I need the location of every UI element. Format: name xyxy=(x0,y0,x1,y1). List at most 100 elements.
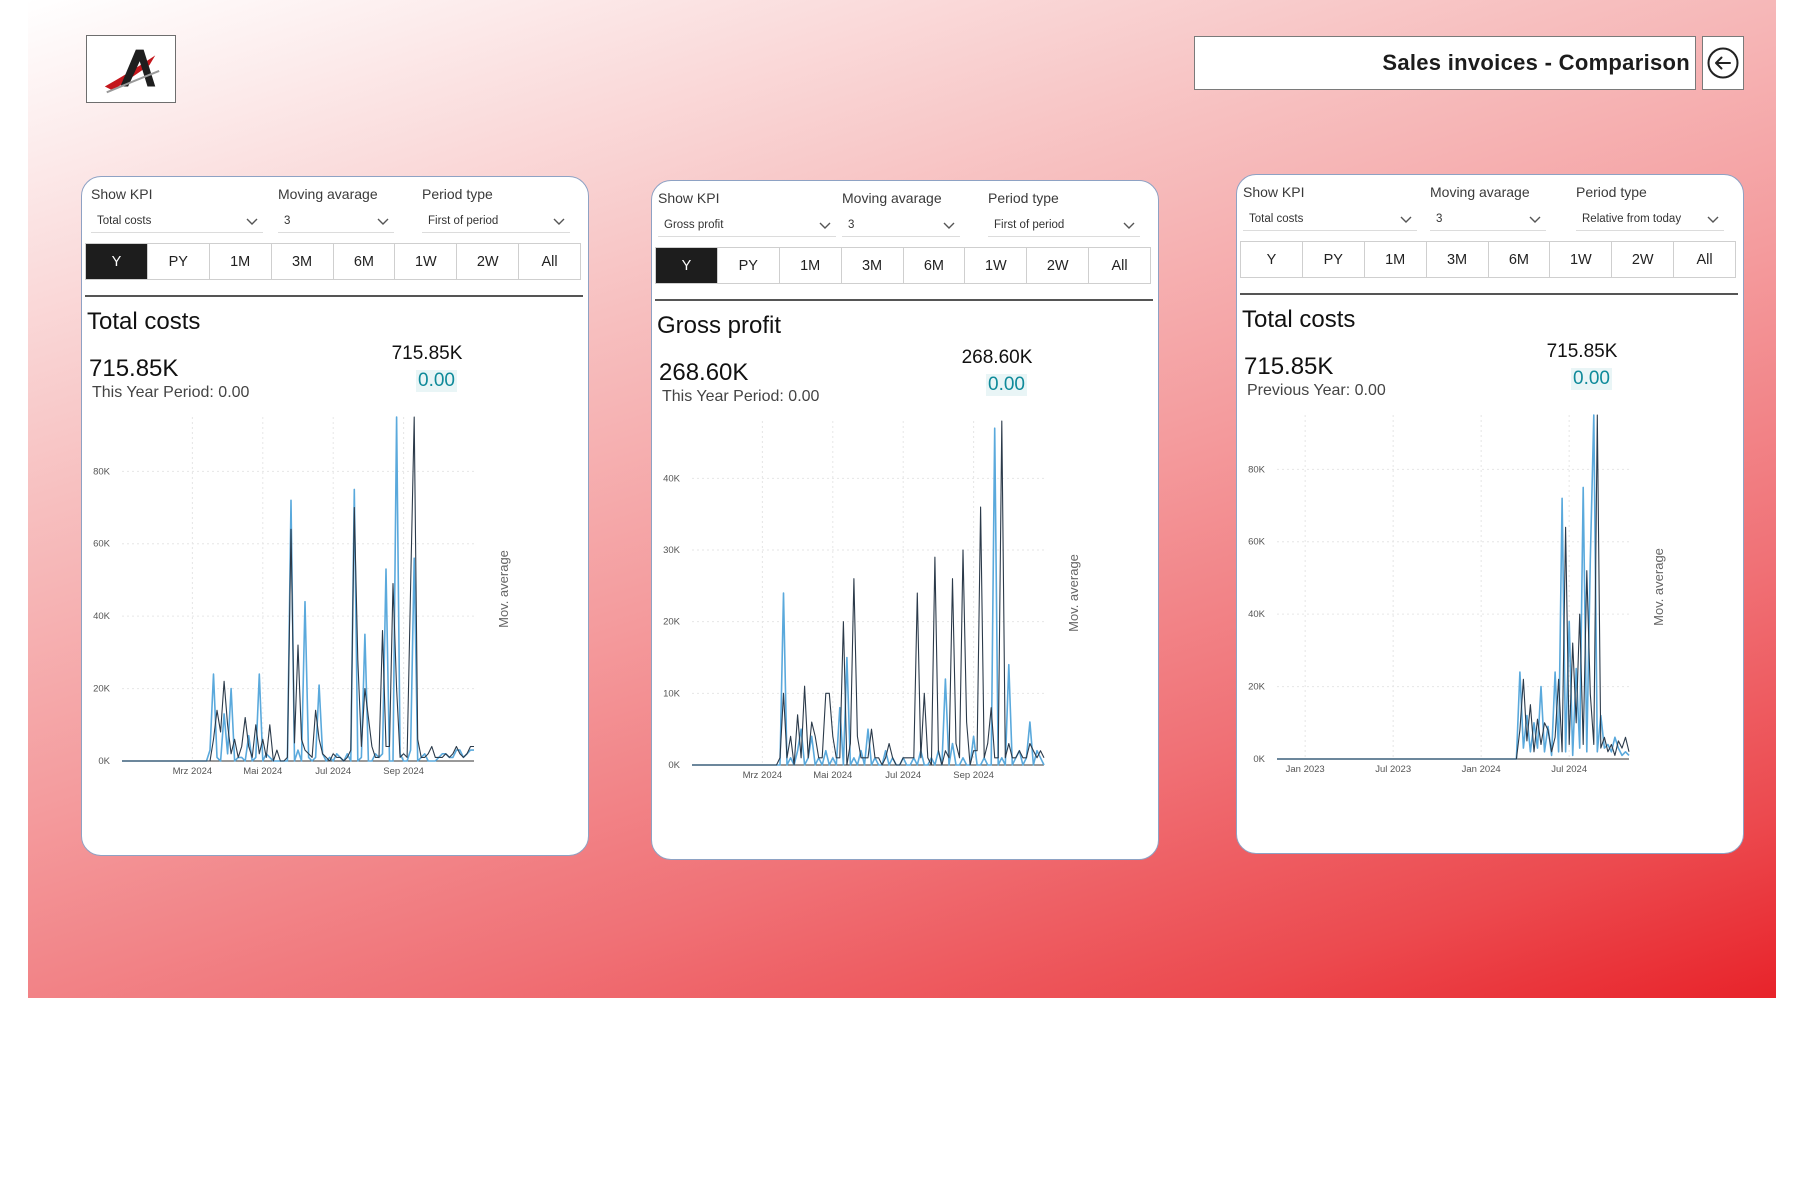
chevron-down-icon xyxy=(553,218,565,225)
arrow-left-circle-icon xyxy=(1707,47,1739,79)
period-buttons: Y PY 1M 3M 6M 1W 2W All xyxy=(85,243,581,280)
y-tick-label: 60K xyxy=(1248,537,1266,548)
period-button-all[interactable]: All xyxy=(519,244,580,279)
period-button-py[interactable]: PY xyxy=(147,244,210,279)
x-tick-label: Mai 2024 xyxy=(243,766,282,777)
period-button-3m[interactable]: 3M xyxy=(841,248,904,283)
moving-average-label: Moving avarage xyxy=(278,186,378,202)
moving-average-dropdown[interactable]: 3 xyxy=(278,209,394,233)
period-button-all[interactable]: All xyxy=(1089,248,1150,283)
chevron-down-icon xyxy=(1400,216,1412,223)
compare-value: 268.60K xyxy=(961,347,1033,368)
period-button-1w[interactable]: 1W xyxy=(1550,242,1613,277)
y-tick-label: 0K xyxy=(98,756,110,767)
x-tick-label: Jul 2023 xyxy=(1375,764,1411,775)
period-buttons: Y PY 1M 3M 6M 1W 2W All xyxy=(655,247,1151,284)
period-button-all[interactable]: All xyxy=(1674,242,1735,277)
kpi-title: Total costs xyxy=(1242,306,1356,333)
moving-average-value: 3 xyxy=(848,218,855,231)
period-button-2w[interactable]: 2W xyxy=(1612,242,1675,277)
period-button-3m[interactable]: 3M xyxy=(1426,242,1489,277)
y-tick-label: 40K xyxy=(93,611,111,622)
x-tick-label: Mrz 2024 xyxy=(173,766,213,777)
moving-average-value: 3 xyxy=(284,214,291,227)
y-tick-label: 20K xyxy=(663,617,681,628)
show-kpi-value: Gross profit xyxy=(664,218,724,231)
x-tick-label: Jul 2024 xyxy=(315,766,351,777)
y-tick-label: 40K xyxy=(1248,609,1266,620)
y-axis-label: Mov. average xyxy=(1651,548,1666,626)
period-button-py[interactable]: PY xyxy=(1302,242,1365,277)
page-title-box: Sales invoices - Comparison xyxy=(1194,36,1696,90)
period-buttons: Y PY 1M 3M 6M 1W 2W All xyxy=(1240,241,1736,278)
line-chart: 0K 20K 40K 60K 80K Jan 2023 Jul 2023 Jan 2024 Ju… xyxy=(1237,405,1743,845)
line-chart: 0K 20K 40K 60K 80K Mrz 2024 Mai 2024 Jul 2024 Se… xyxy=(82,407,588,847)
period-button-3m[interactable]: 3M xyxy=(271,244,334,279)
chevron-down-icon xyxy=(943,222,955,229)
period-button-1m[interactable]: 1M xyxy=(1364,242,1427,277)
kpi-subtitle: This Year Period: 0.00 xyxy=(662,388,820,405)
y-tick-label: 30K xyxy=(663,545,681,556)
page-title: Sales invoices - Comparison xyxy=(1382,50,1690,75)
y-tick-label: 20K xyxy=(93,684,111,695)
period-type-dropdown[interactable]: Relative from today xyxy=(1576,207,1724,231)
period-type-dropdown[interactable]: First of period xyxy=(422,209,570,233)
period-type-dropdown[interactable]: First of period xyxy=(988,213,1140,237)
show-kpi-label: Show KPI xyxy=(1243,184,1305,200)
x-tick-label: Mrz 2024 xyxy=(743,770,783,781)
period-button-1m[interactable]: 1M xyxy=(209,244,272,279)
moving-average-value: 3 xyxy=(1436,212,1443,225)
show-kpi-dropdown[interactable]: Total costs xyxy=(91,209,263,233)
period-type-label: Period type xyxy=(422,186,493,202)
x-tick-label: Sep 2024 xyxy=(383,766,424,777)
compare-value: 715.85K xyxy=(391,343,463,364)
period-type-value: First of period xyxy=(994,218,1065,231)
y-tick-label: 0K xyxy=(668,760,680,771)
period-button-1m[interactable]: 1M xyxy=(779,248,842,283)
kpi-subtitle: Previous Year: 0.00 xyxy=(1247,382,1386,399)
chevron-down-icon xyxy=(1529,216,1541,223)
period-type-label: Period type xyxy=(1576,184,1647,200)
period-button-2w[interactable]: 2W xyxy=(1027,248,1090,283)
moving-average-dropdown[interactable]: 3 xyxy=(842,213,960,237)
back-button[interactable] xyxy=(1702,36,1744,90)
show-kpi-value: Total costs xyxy=(97,214,152,227)
period-button-2w[interactable]: 2W xyxy=(457,244,520,279)
y-axis-label: Mov. average xyxy=(496,550,511,628)
y-tick-label: 80K xyxy=(93,466,111,477)
y-tick-label: 20K xyxy=(1248,682,1266,693)
chart-svg: 0K 20K 40K 60K 80K Mrz 2024 Mai 2024 Jul 2024 Se… xyxy=(93,416,511,777)
y-tick-label: 60K xyxy=(93,539,111,550)
period-button-1w[interactable]: 1W xyxy=(965,248,1028,283)
show-kpi-dropdown[interactable]: Gross profit xyxy=(658,213,836,237)
moving-average-label: Moving avarage xyxy=(842,190,942,206)
chevron-down-icon xyxy=(1123,222,1135,229)
period-button-py[interactable]: PY xyxy=(717,248,780,283)
divider xyxy=(655,299,1153,301)
line-chart: 0K 10K 20K 30K 40K Mrz 2024 Mai 2024 Jul 2024 Se… xyxy=(652,411,1158,851)
period-button-y[interactable]: Y xyxy=(656,248,718,283)
y-axis-label: Mov. average xyxy=(1066,554,1081,632)
series-line-2 xyxy=(122,416,474,762)
chart-svg: 0K 20K 40K 60K 80K Jan 2023 Jul 2023 Jan 2024 Ju… xyxy=(1248,414,1666,775)
series-line-2 xyxy=(1277,414,1630,760)
period-button-6m[interactable]: 6M xyxy=(333,244,396,279)
period-button-1w[interactable]: 1W xyxy=(395,244,458,279)
divider xyxy=(1240,293,1738,295)
x-tick-label: Sep 2024 xyxy=(953,770,994,781)
company-logo-icon xyxy=(86,35,176,103)
moving-average-dropdown[interactable]: 3 xyxy=(1430,207,1546,231)
kpi-value: 715.85K xyxy=(1244,353,1334,380)
period-button-6m[interactable]: 6M xyxy=(903,248,966,283)
moving-average-label: Moving avarage xyxy=(1430,184,1530,200)
show-kpi-dropdown[interactable]: Total costs xyxy=(1243,207,1417,231)
chevron-down-icon xyxy=(819,222,831,229)
show-kpi-value: Total costs xyxy=(1249,212,1304,225)
period-type-value: Relative from today xyxy=(1582,212,1682,225)
period-type-value: First of period xyxy=(428,214,499,227)
period-button-6m[interactable]: 6M xyxy=(1488,242,1551,277)
series-line-1 xyxy=(122,416,474,762)
period-button-y[interactable]: Y xyxy=(1241,242,1303,277)
series-line-2 xyxy=(692,420,1045,766)
period-button-y[interactable]: Y xyxy=(86,244,148,279)
